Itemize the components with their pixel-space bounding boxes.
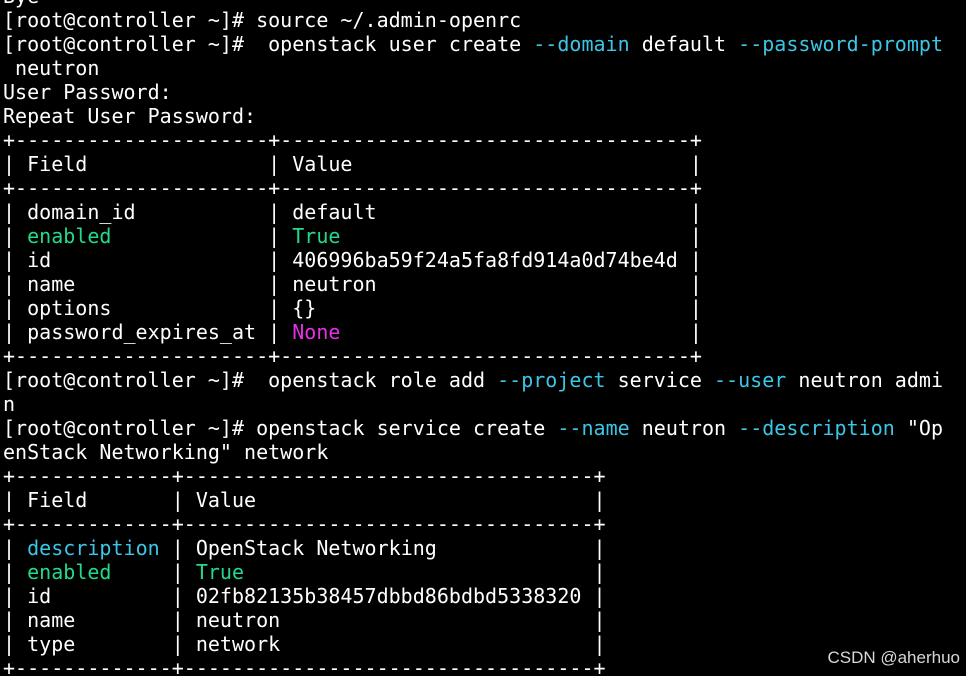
terminal-text-segment: | (3, 224, 28, 248)
terminal-text-segment: enStack Networking" network (3, 440, 329, 464)
terminal-text-segment: neutron (629, 416, 739, 440)
terminal-text-segment: +-------------+-------------------------… (3, 464, 606, 488)
terminal-line: | id | 02fb82135b38457dbbd86bdbd5338320 … (3, 584, 943, 608)
terminal-text-segment: | name | neutron | (3, 272, 702, 296)
terminal-line: | name | neutron | (3, 272, 943, 296)
terminal-text-segment: enabled (27, 224, 112, 248)
terminal-text-segment: User Password: (3, 80, 172, 104)
terminal-line: | name | neutron | (3, 608, 943, 632)
terminal-line: [root@controller ~]# openstack service c… (3, 416, 943, 440)
terminal-text-segment: | (3, 536, 28, 560)
terminal-text-segment: --name (557, 416, 630, 440)
terminal-line: n (3, 392, 943, 416)
terminal-line: | Field | Value | (3, 488, 943, 512)
terminal-text-segment: +-------------+-------------------------… (3, 512, 606, 536)
terminal-text-segment: | (244, 560, 606, 584)
terminal-text-segment: enabled (27, 560, 112, 584)
terminal-line: | enabled | True | (3, 224, 943, 248)
terminal-line: neutron (3, 56, 943, 80)
terminal-text-segment: | type | network | (3, 632, 606, 656)
terminal-text-segment: --password-prompt (738, 32, 944, 56)
terminal-text-segment: | (340, 320, 702, 344)
terminal-text-segment: --project (497, 368, 606, 392)
terminal-line: | Field | Value | (3, 152, 943, 176)
terminal-line: [root@controller ~]# openstack user crea… (3, 32, 943, 56)
terminal-text-segment: [root@controller ~]# openstack user crea… (3, 32, 534, 56)
terminal-line: | domain_id | default | (3, 200, 943, 224)
terminal-text-segment: True (195, 560, 245, 584)
terminal-text-segment: | Field | Value | (3, 152, 702, 176)
terminal-text-segment: neutron admi (786, 368, 944, 392)
terminal-line: | password_expires_at | None | (3, 320, 943, 344)
terminal-text-segment: "Op (894, 416, 944, 440)
terminal-line: User Password: (3, 80, 943, 104)
terminal-line: enStack Networking" network (3, 440, 943, 464)
terminal-text-segment: n (3, 392, 16, 416)
terminal-line: +---------------------+-----------------… (3, 344, 943, 368)
terminal-text-segment: --user (714, 368, 787, 392)
terminal-text-segment: | id | 02fb82135b38457dbbd86bdbd5338320 … (3, 584, 606, 608)
terminal-text-segment: default (629, 32, 739, 56)
terminal-window[interactable]: Bye[root@controller ~]# source ~/.admin-… (0, 0, 966, 676)
terminal-output: Bye[root@controller ~]# source ~/.admin-… (3, 0, 943, 676)
terminal-text-segment: neutron (3, 56, 100, 80)
terminal-text-segment: | name | neutron | (3, 608, 606, 632)
terminal-text-segment: | options | {} | (3, 296, 702, 320)
terminal-text-segment: | id | 406996ba59f24a5fa8fd914a0d74be4d … (3, 248, 702, 272)
terminal-line: +---------------------+-----------------… (3, 128, 943, 152)
terminal-line: | id | 406996ba59f24a5fa8fd914a0d74be4d … (3, 248, 943, 272)
terminal-line: +---------------------+-----------------… (3, 176, 943, 200)
terminal-line: +-------------+-------------------------… (3, 656, 943, 676)
terminal-text-segment: True (292, 224, 341, 248)
terminal-line: Repeat User Password: (3, 104, 943, 128)
terminal-text-segment: service (605, 368, 715, 392)
terminal-text-segment: [root@controller ~]# source ~/.admin-ope… (3, 8, 522, 32)
terminal-text-segment: | (340, 224, 702, 248)
terminal-line: | description | OpenStack Networking | (3, 536, 943, 560)
terminal-text-segment: +-------------+-------------------------… (3, 656, 606, 676)
terminal-text-segment: --description (738, 416, 895, 440)
watermark: CSDN @aherhuo (827, 648, 960, 667)
terminal-text-segment: Repeat User Password: (3, 104, 257, 128)
terminal-text-segment: | (111, 560, 196, 584)
terminal-text-segment: | OpenStack Networking | (159, 536, 606, 560)
terminal-text-segment: | (111, 224, 293, 248)
terminal-text-segment: +---------------------+-----------------… (3, 344, 702, 368)
terminal-text-segment: | (3, 560, 28, 584)
terminal-text-segment: +---------------------+-----------------… (3, 176, 702, 200)
terminal-text-segment: description (27, 536, 160, 560)
terminal-text-segment: [root@controller ~]# openstack service c… (3, 416, 558, 440)
terminal-text-segment: None (292, 320, 341, 344)
terminal-line: +-------------+-------------------------… (3, 512, 943, 536)
terminal-text-segment: +---------------------+-----------------… (3, 128, 702, 152)
terminal-text-segment: | domain_id | default | (3, 200, 702, 224)
terminal-line: | options | {} | (3, 296, 943, 320)
terminal-line: Bye (3, 0, 943, 8)
terminal-line: | enabled | True | (3, 560, 943, 584)
terminal-line: +-------------+-------------------------… (3, 464, 943, 488)
terminal-line: [root@controller ~]# source ~/.admin-ope… (3, 8, 943, 32)
terminal-text-segment: | password_expires_at | (3, 320, 293, 344)
terminal-text-segment: Bye (3, 0, 39, 8)
terminal-text-segment: | Field | Value | (3, 488, 606, 512)
terminal-text-segment: [root@controller ~]# openstack role add (3, 368, 498, 392)
terminal-line: [root@controller ~]# openstack role add … (3, 368, 943, 392)
terminal-text-segment: --domain (533, 32, 630, 56)
terminal-line: | type | network | (3, 632, 943, 656)
